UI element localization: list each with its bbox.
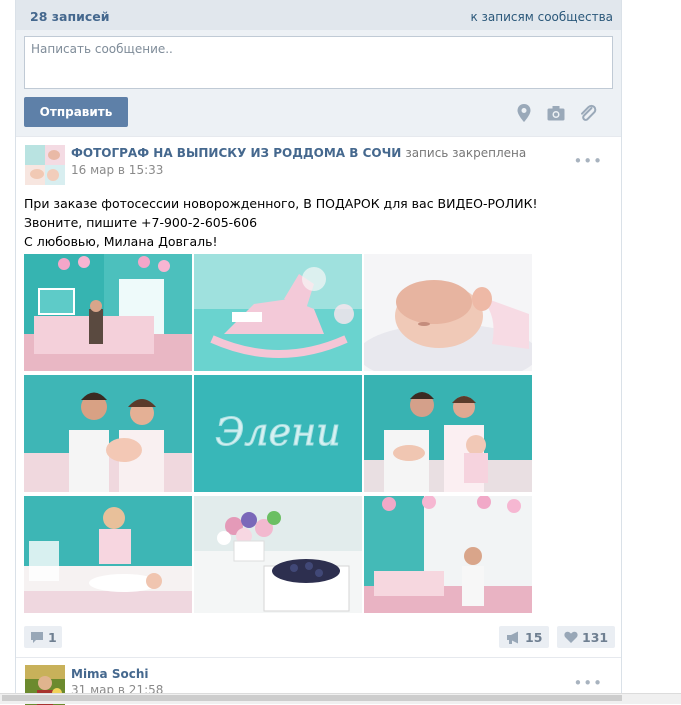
megaphone-icon	[507, 631, 518, 644]
comments-button[interactable]: 1	[24, 626, 62, 648]
community-posts-link[interactable]: к записям сообщества	[470, 10, 613, 24]
pinned-label: запись закреплена	[405, 146, 527, 160]
posts-count: 28 записей	[30, 9, 110, 24]
svg-text:Элени: Элени	[215, 410, 340, 454]
post-author[interactable]: ФОТОГРАФ НА ВЫПИСКУ ИЗ РОДДОМА В СОЧИ зап…	[71, 146, 526, 160]
location-pin-icon[interactable]	[514, 103, 534, 123]
post-author[interactable]: Mima Sochi	[71, 667, 149, 681]
post-text: При заказе фотосессии новорожденного, В …	[24, 194, 604, 251]
photo-nursery-with-baby[interactable]	[364, 496, 532, 613]
photo-girl-with-baby[interactable]	[24, 496, 192, 613]
wall-post: ФОТОГРАФ НА ВЫПИСКУ ИЗ РОДДОМА В СОЧИ зап…	[16, 136, 621, 657]
more-menu-icon[interactable]: •••	[573, 152, 603, 170]
reposts-count: 15	[525, 630, 543, 645]
post-date[interactable]: 16 мар в 15:33	[71, 163, 163, 177]
heart-icon	[564, 631, 578, 643]
photo-name-letters[interactable]: Элени	[194, 375, 362, 492]
photo-newborn-portrait[interactable]	[364, 254, 532, 371]
photo-flowers-and-berries[interactable]	[194, 496, 362, 613]
post-text-line: С любовью, Милана Довгаль!	[24, 234, 218, 249]
post-text-line: При заказе фотосессии новорожденного, В …	[24, 196, 538, 211]
comments-count: 1	[48, 630, 57, 645]
camera-icon[interactable]	[546, 103, 566, 123]
wall-header: 28 записей к записям сообщества	[16, 0, 621, 30]
scrollbar-thumb[interactable]	[2, 695, 622, 701]
post-text-line: Звоните, пишите +7-900-2-605-606	[24, 215, 258, 230]
photo-family-portrait[interactable]	[24, 375, 192, 492]
photo-gallery: Элени	[24, 254, 532, 613]
repost-button[interactable]: 15	[499, 626, 549, 648]
likes-count: 131	[582, 630, 609, 645]
community-avatar[interactable]	[25, 145, 65, 185]
post-composer: Отправить	[16, 30, 621, 136]
photo-nursery-room[interactable]	[24, 254, 192, 371]
send-button[interactable]: Отправить	[24, 97, 128, 127]
more-menu-icon[interactable]: •••	[573, 674, 603, 692]
wall: 28 записей к записям сообщества Отправит…	[15, 0, 622, 705]
photo-rocking-horse[interactable]	[194, 254, 362, 371]
comment-icon	[31, 632, 43, 643]
paperclip-icon[interactable]	[578, 103, 598, 123]
photo-family-with-kids[interactable]	[364, 375, 532, 492]
message-input[interactable]	[24, 36, 613, 89]
like-button[interactable]: 131	[557, 626, 615, 648]
